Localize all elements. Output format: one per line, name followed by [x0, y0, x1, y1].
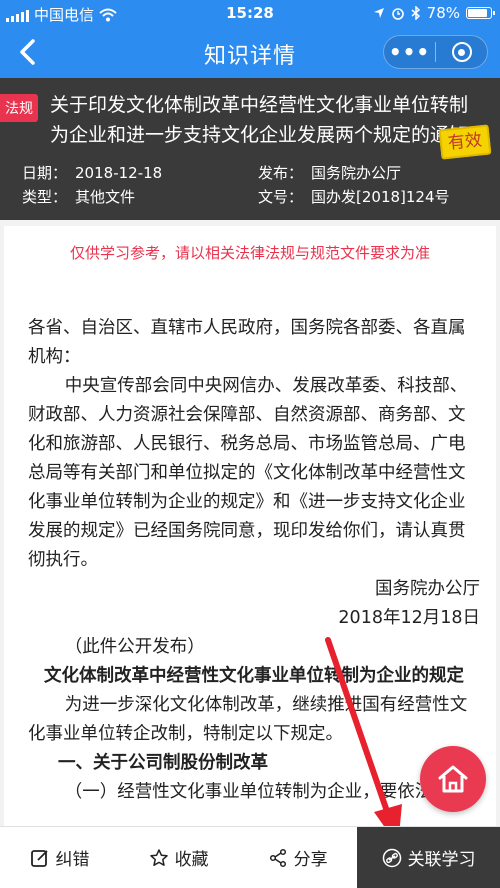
correct-label: 纠错 — [55, 850, 90, 870]
correct-button[interactable]: 纠错 — [0, 827, 119, 888]
category-tag: 法规 — [0, 94, 38, 122]
favorite-button[interactable]: 收藏 — [119, 827, 238, 888]
number-label: 文号： — [258, 188, 304, 206]
section-heading: 一、关于公司制股份制改革 — [58, 753, 268, 773]
paragraph: （一）经营性文化事业单位转制为企业，要依法 — [64, 782, 433, 802]
miniprogram-capsule: ••• — [383, 35, 488, 69]
share-icon — [269, 848, 286, 867]
alarm-icon — [391, 8, 404, 20]
close-miniprogram-button[interactable] — [436, 36, 487, 68]
number-value: 国办发[2018]124号 — [311, 188, 450, 206]
meta-number: 文号： 国办发[2018]124号 — [258, 186, 450, 207]
favorite-label: 收藏 — [174, 850, 209, 870]
meta-date: 日期： 2018-12-18 — [22, 162, 162, 183]
status-right: 78% — [373, 4, 495, 22]
target-icon — [451, 42, 472, 62]
location-icon — [373, 8, 384, 18]
bluetooth-icon — [411, 6, 420, 20]
link-icon — [382, 848, 401, 867]
related-study-label: 关联学习 — [407, 850, 476, 870]
meta-type: 类型： 其他文件 — [22, 186, 135, 207]
issuer-value: 国务院办公厅 — [311, 164, 402, 182]
related-study-button[interactable]: 关联学习 — [357, 827, 500, 888]
paragraph: 中央宣传部会同中央网信办、发展改革委、科技部、财政部、人力资源社会保障部、自然资… — [28, 376, 468, 570]
signature-date: 2018年12月18日 — [338, 608, 480, 628]
home-icon — [438, 765, 468, 793]
doc-title: 关于印发文化体制改革中经营性文化事业单位转制为企业和进一步支持文化企业发展两个规… — [50, 94, 469, 146]
paragraph: 为进一步深化文化体制改革，继续推进国有经营性文化事业单位转企改制，特制定以下规定… — [28, 695, 468, 744]
share-button[interactable]: 分享 — [238, 827, 357, 888]
share-label: 分享 — [293, 850, 328, 870]
date-value: 2018-12-18 — [75, 164, 163, 182]
date-label: 日期： — [22, 164, 68, 182]
public-note: （此件公开发布） — [64, 637, 205, 657]
salutation: 各省、自治区、直辖市人民政府，国务院各部委、各直属机构： — [28, 318, 466, 367]
meta-issuer: 发布： 国务院办公厅 — [258, 162, 401, 183]
home-button[interactable] — [420, 746, 486, 812]
status-bar: 中国电信 15:28 78% — [0, 0, 500, 26]
battery-icon — [466, 7, 495, 19]
signature-org: 国务院办公厅 — [375, 579, 480, 599]
battery-percent: 78% — [426, 4, 460, 22]
validity-stamp: 有效 — [438, 124, 492, 160]
type-label: 类型： — [22, 188, 68, 206]
nav-bar: 知识详情 ••• — [0, 26, 500, 78]
more-button[interactable]: ••• — [384, 37, 435, 67]
type-value: 其他文件 — [75, 188, 136, 206]
bottom-action-bar: 纠错 收藏 分享 关联学习 — [0, 826, 500, 888]
issuer-label: 发布： — [258, 164, 304, 182]
document-content[interactable]: 仅供学习参考，请以相关法律法规与规范文件要求为准 各省、自治区、直辖市人民政府，… — [4, 226, 496, 826]
section-subtitle: 文化体制改革中经营性文化事业单位转制为企业的规定 — [44, 666, 464, 686]
document-body: 各省、自治区、直辖市人民政府，国务院各部委、各直属机构： 中央宣传部会同中央网信… — [28, 314, 480, 807]
disclaimer-notice: 仅供学习参考，请以相关法律法规与规范文件要求为准 — [69, 244, 430, 262]
star-icon — [149, 848, 168, 866]
doc-header: 法规 关于印发文化体制改革中经营性文化事业单位转制为企业和进一步支持文化企业发展… — [0, 78, 500, 220]
edit-icon — [30, 849, 48, 867]
